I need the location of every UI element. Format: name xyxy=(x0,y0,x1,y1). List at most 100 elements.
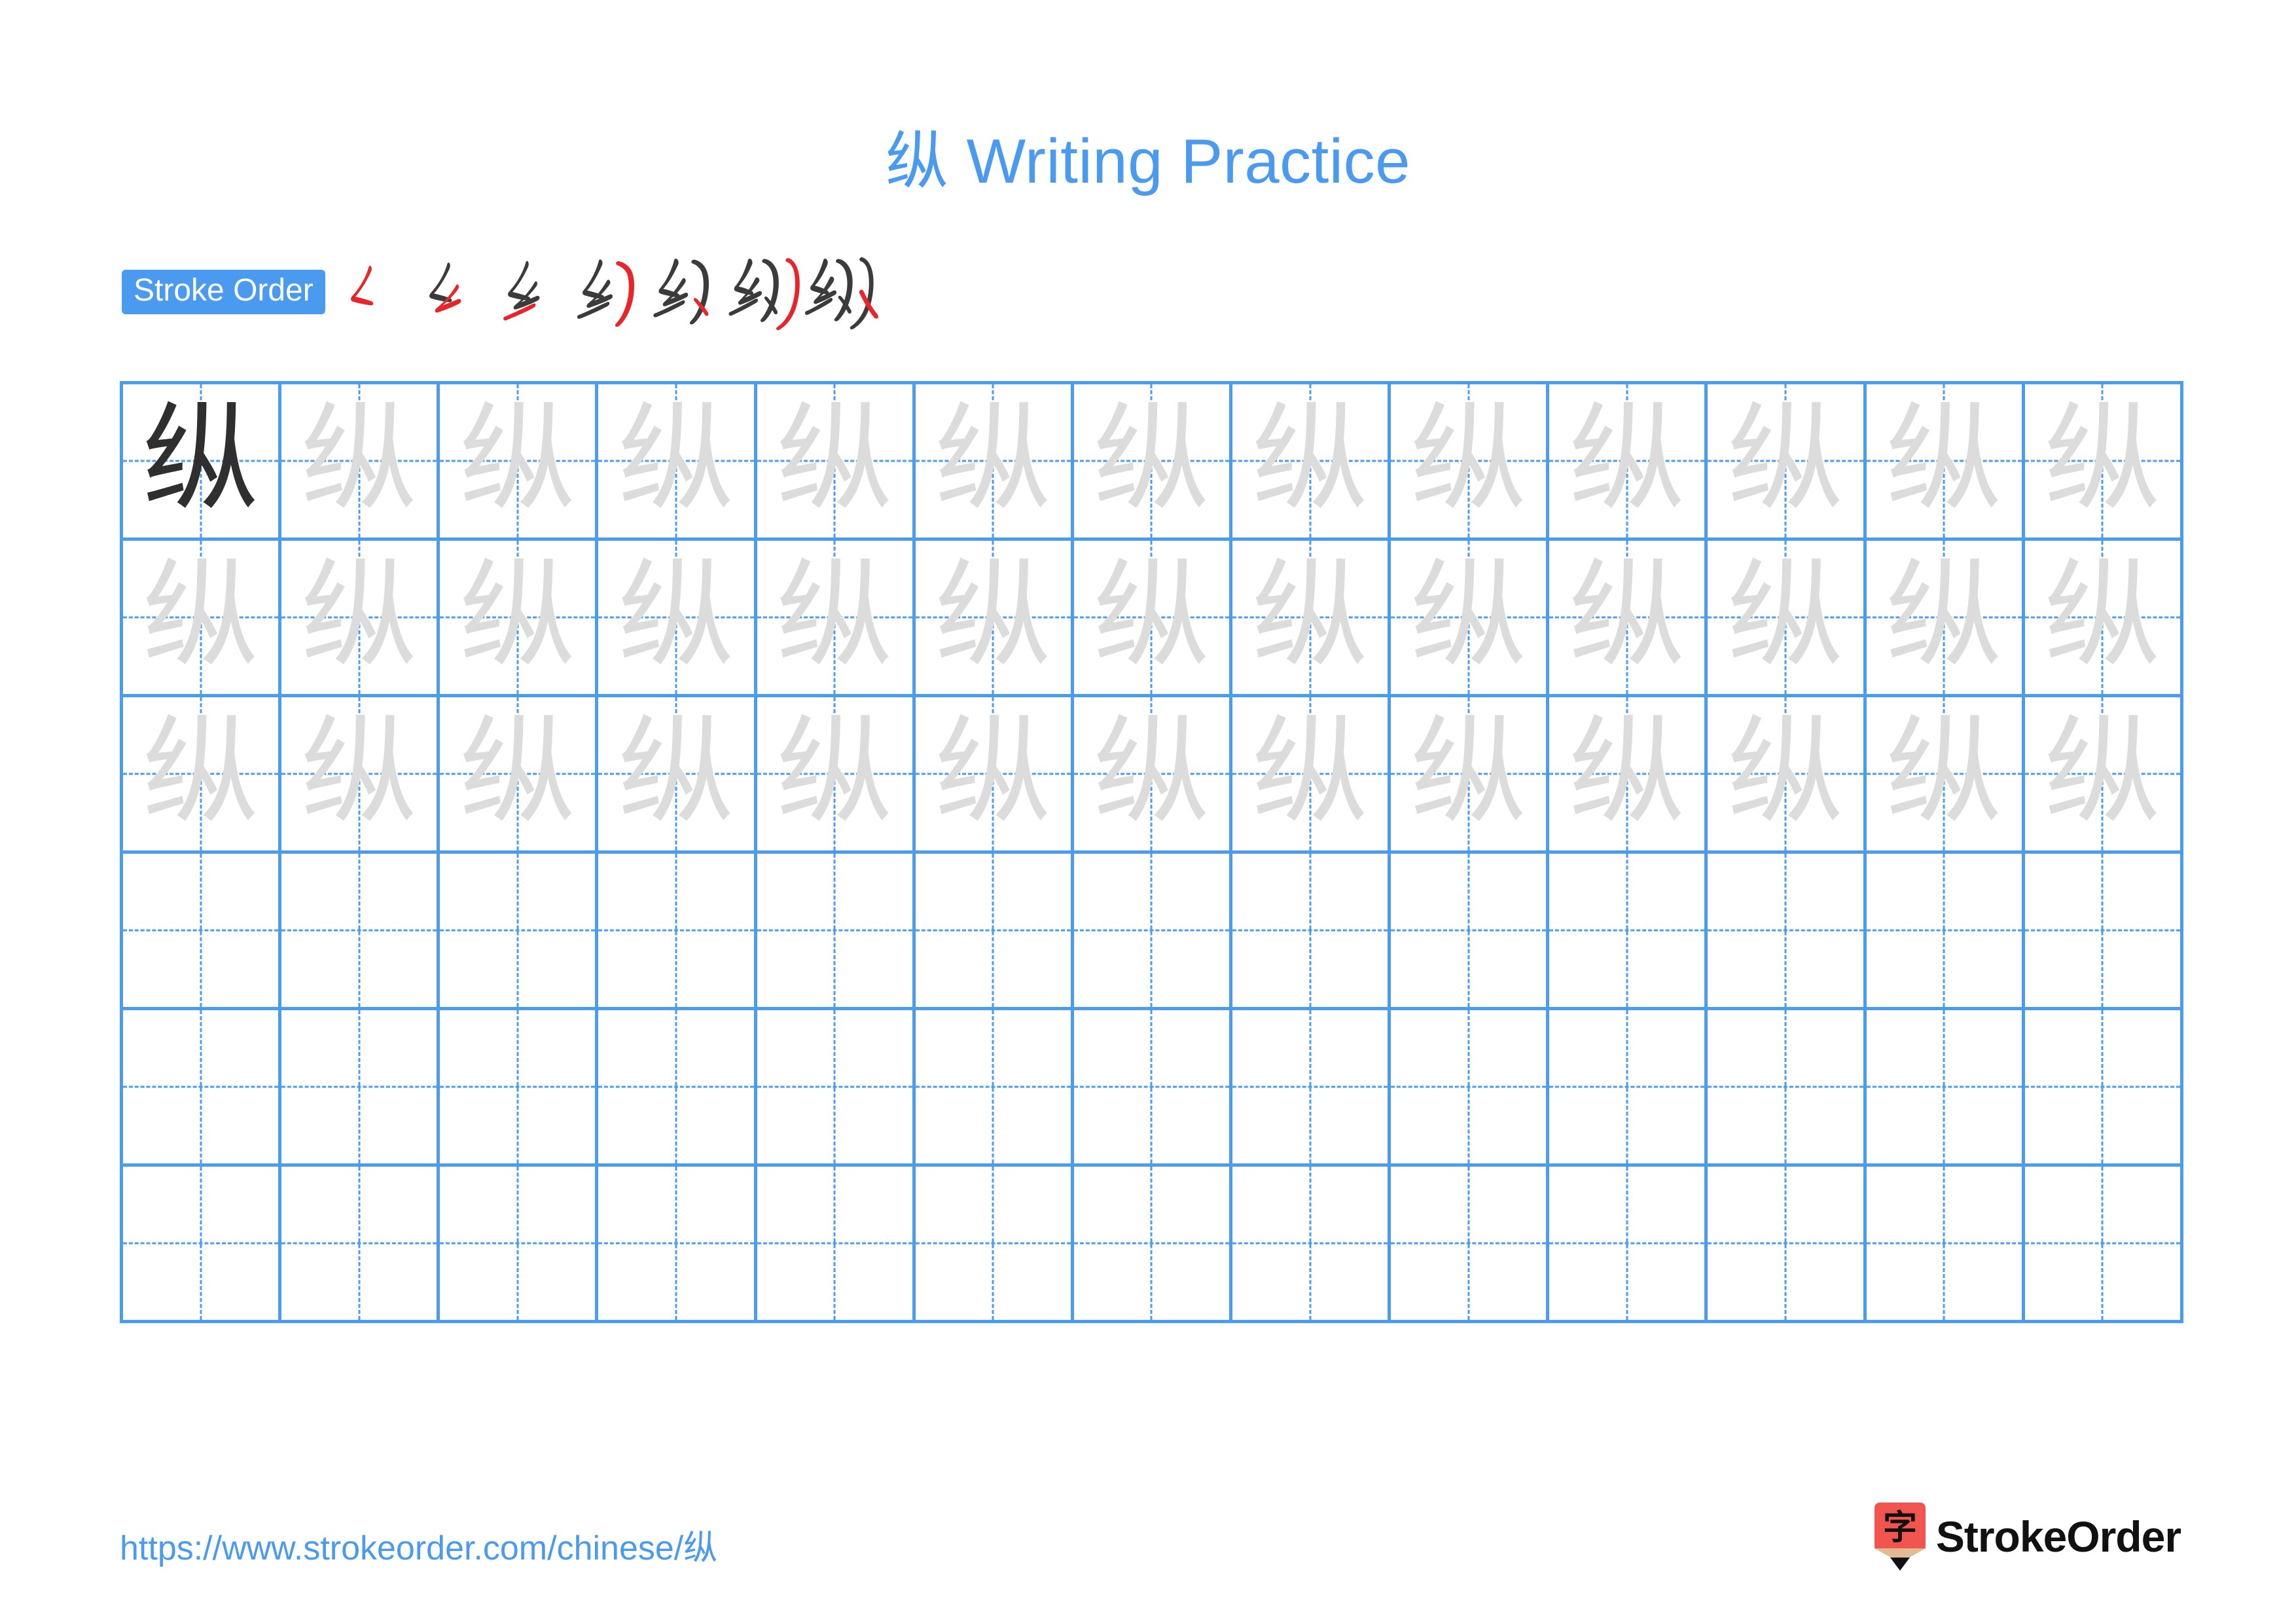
practice-cell-trace[interactable]: 纵 xyxy=(440,384,599,541)
practice-cell-model[interactable]: 纵 xyxy=(123,384,282,541)
practice-cell-trace[interactable]: 纵 xyxy=(281,697,440,854)
trace-character: 纵 xyxy=(1410,547,1527,683)
trace-character: 纵 xyxy=(142,704,259,839)
practice-cell-empty[interactable] xyxy=(123,1167,282,1323)
practice-cell-empty[interactable] xyxy=(598,1010,757,1167)
practice-cell-trace[interactable]: 纵 xyxy=(123,541,282,697)
practice-cell-trace[interactable]: 纵 xyxy=(2024,384,2183,541)
stroke-order-label: Stroke Order xyxy=(122,270,325,314)
practice-cell-trace[interactable]: 纵 xyxy=(757,384,916,541)
practice-cell-trace[interactable]: 纵 xyxy=(757,541,916,697)
trace-character: 纵 xyxy=(1727,547,1844,683)
practice-cell-trace[interactable]: 纵 xyxy=(1866,384,2025,541)
practice-cell-trace[interactable]: 纵 xyxy=(1073,541,1232,697)
practice-cell-trace[interactable]: 纵 xyxy=(2024,697,2183,854)
practice-cell-trace[interactable]: 纵 xyxy=(915,697,1074,854)
practice-cell-trace[interactable]: 纵 xyxy=(1549,384,1708,541)
practice-cell-trace[interactable]: 纵 xyxy=(598,384,757,541)
practice-cell-empty[interactable] xyxy=(2024,1167,2183,1323)
practice-cell-empty[interactable] xyxy=(123,854,282,1010)
trace-character: 纵 xyxy=(935,547,1052,683)
practice-cell-empty[interactable] xyxy=(2024,1010,2183,1167)
trace-character: 纵 xyxy=(776,704,893,839)
practice-cell-trace[interactable]: 纵 xyxy=(1708,541,1867,697)
practice-cell-empty[interactable] xyxy=(1866,1167,2025,1323)
practice-cell-empty[interactable] xyxy=(440,1010,599,1167)
practice-cell-empty[interactable] xyxy=(1866,1010,2025,1167)
brand-wordmark: StrokeOrder xyxy=(1935,1512,2181,1561)
practice-cell-trace[interactable]: 纵 xyxy=(1073,384,1232,541)
trace-character: 纵 xyxy=(2044,391,2161,526)
practice-cell-empty[interactable] xyxy=(1708,1167,1867,1323)
practice-cell-trace[interactable]: 纵 xyxy=(1549,541,1708,697)
practice-cell-empty[interactable] xyxy=(1391,1167,1550,1323)
practice-cell-trace[interactable]: 纵 xyxy=(915,384,1074,541)
page-title: 纵 Writing Practice xyxy=(885,126,1411,196)
practice-cell-empty[interactable] xyxy=(1232,1010,1391,1167)
practice-cell-empty[interactable] xyxy=(598,1167,757,1323)
practice-cell-empty[interactable] xyxy=(281,1167,440,1323)
trace-character: 纵 xyxy=(935,704,1052,839)
practice-cell-empty[interactable] xyxy=(1549,1167,1708,1323)
practice-cell-empty[interactable] xyxy=(1391,854,1550,1010)
practice-cell-trace[interactable]: 纵 xyxy=(598,697,757,854)
stroke-step-5 xyxy=(646,253,725,331)
practice-cell-trace[interactable]: 纵 xyxy=(281,384,440,541)
trace-character: 纵 xyxy=(142,547,259,683)
practice-cell-empty[interactable] xyxy=(281,1010,440,1167)
practice-cell-empty[interactable] xyxy=(440,1167,599,1323)
practice-cell-trace[interactable]: 纵 xyxy=(281,541,440,697)
practice-cell-empty[interactable] xyxy=(1549,854,1708,1010)
trace-character: 纵 xyxy=(1251,704,1369,839)
trace-character: 纵 xyxy=(1886,391,2003,526)
trace-character: 纵 xyxy=(1568,547,1685,683)
practice-cell-trace[interactable]: 纵 xyxy=(1708,697,1867,854)
trace-character: 纵 xyxy=(1093,391,1210,526)
practice-cell-trace[interactable]: 纵 xyxy=(1391,384,1550,541)
practice-cell-trace[interactable]: 纵 xyxy=(1232,541,1391,697)
practice-cell-empty[interactable] xyxy=(1073,1167,1232,1323)
practice-cell-empty[interactable] xyxy=(2024,854,2183,1010)
practice-cell-empty[interactable] xyxy=(281,854,440,1010)
practice-cell-trace[interactable]: 纵 xyxy=(1232,384,1391,541)
footer-url[interactable]: https://www.strokeorder.com/chinese/纵 xyxy=(120,1520,717,1569)
practice-cell-empty[interactable] xyxy=(1708,1010,1867,1167)
practice-cell-trace[interactable]: 纵 xyxy=(1391,541,1550,697)
trace-character: 纵 xyxy=(617,547,734,683)
trace-character: 纵 xyxy=(1886,704,2003,839)
trace-character: 纵 xyxy=(1093,547,1210,683)
practice-cell-trace[interactable]: 纵 xyxy=(123,697,282,854)
practice-cell-trace[interactable]: 纵 xyxy=(598,541,757,697)
practice-cell-empty[interactable] xyxy=(1073,854,1232,1010)
trace-character: 纵 xyxy=(2044,547,2161,683)
practice-cell-empty[interactable] xyxy=(1549,1010,1708,1167)
practice-cell-empty[interactable] xyxy=(1866,854,2025,1010)
practice-cell-trace[interactable]: 纵 xyxy=(1866,697,2025,854)
practice-cell-trace[interactable]: 纵 xyxy=(757,697,916,854)
practice-cell-trace[interactable]: 纵 xyxy=(440,541,599,697)
practice-cell-trace[interactable]: 纵 xyxy=(1866,541,2025,697)
trace-character: 纵 xyxy=(1410,704,1527,839)
practice-cell-trace[interactable]: 纵 xyxy=(1391,697,1550,854)
practice-cell-trace[interactable]: 纵 xyxy=(1073,697,1232,854)
practice-cell-trace[interactable]: 纵 xyxy=(440,697,599,854)
practice-cell-empty[interactable] xyxy=(1232,1167,1391,1323)
practice-cell-empty[interactable] xyxy=(757,1010,916,1167)
practice-cell-empty[interactable] xyxy=(123,1010,282,1167)
practice-cell-trace[interactable]: 纵 xyxy=(1232,697,1391,854)
practice-cell-trace[interactable]: 纵 xyxy=(2024,541,2183,697)
practice-cell-empty[interactable] xyxy=(915,1010,1074,1167)
practice-cell-trace[interactable]: 纵 xyxy=(1708,384,1867,541)
practice-cell-empty[interactable] xyxy=(1391,1010,1550,1167)
practice-cell-empty[interactable] xyxy=(1708,854,1867,1010)
practice-cell-empty[interactable] xyxy=(598,854,757,1010)
practice-cell-trace[interactable]: 纵 xyxy=(915,541,1074,697)
practice-cell-empty[interactable] xyxy=(915,1167,1074,1323)
practice-cell-empty[interactable] xyxy=(757,1167,916,1323)
practice-cell-empty[interactable] xyxy=(915,854,1074,1010)
practice-cell-empty[interactable] xyxy=(1073,1010,1232,1167)
practice-cell-empty[interactable] xyxy=(440,854,599,1010)
practice-cell-trace[interactable]: 纵 xyxy=(1549,697,1708,854)
practice-cell-empty[interactable] xyxy=(1232,854,1391,1010)
practice-cell-empty[interactable] xyxy=(757,854,916,1010)
